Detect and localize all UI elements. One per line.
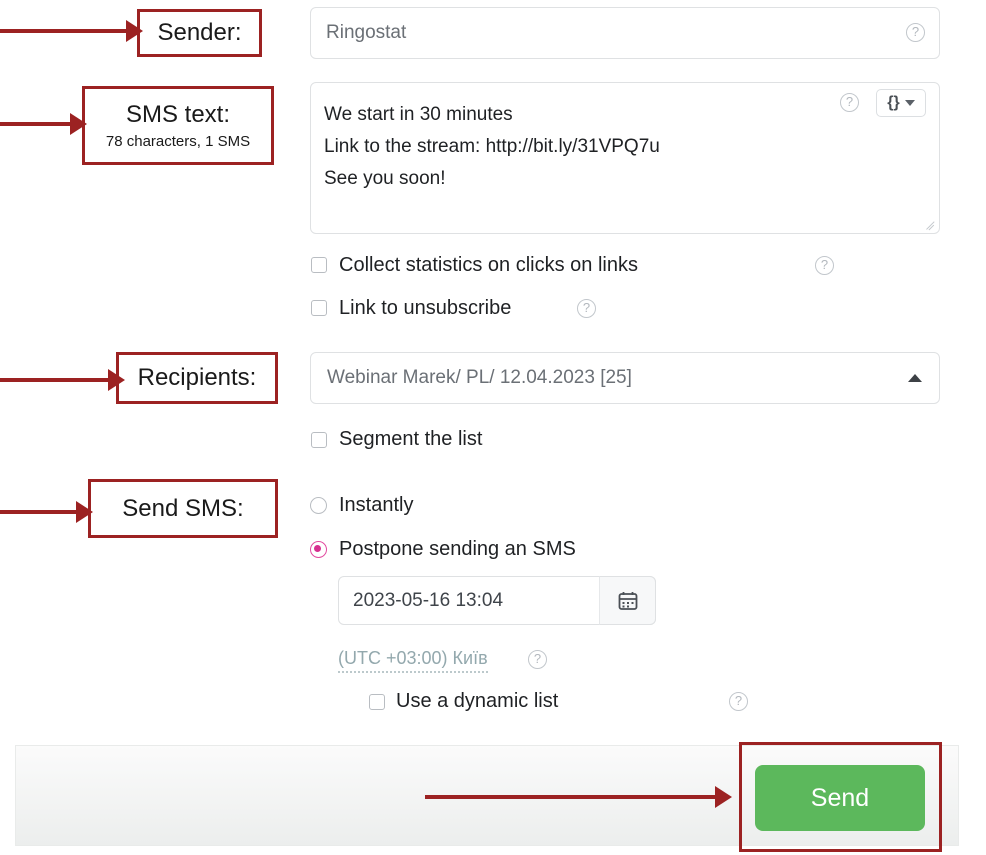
annotation-arrow-send-sms	[0, 510, 78, 514]
timezone-help-icon[interactable]: ?	[528, 650, 547, 669]
send-instantly-label: Instantly	[339, 494, 414, 516]
dynamic-list-help-icon[interactable]: ?	[729, 692, 748, 711]
calendar-picker-button[interactable]	[599, 576, 656, 625]
sender-input-value: Ringostat	[326, 22, 407, 43]
textarea-resize-grip[interactable]	[924, 216, 938, 231]
calendar-icon	[618, 591, 637, 610]
annotation-label-recipients: Recipients:	[137, 364, 257, 391]
template-variables-label: {}	[887, 94, 900, 111]
template-variables-button[interactable]: {}	[876, 89, 926, 117]
sms-campaign-form-screenshot: Ringostat ? We start in 30 minutes Link …	[0, 0, 986, 855]
send-instantly-radio[interactable]	[310, 497, 327, 514]
dynamic-list-label: Use a dynamic list	[396, 690, 559, 712]
annotation-arrow-send-button	[425, 795, 717, 799]
annotation-label-send-sms: Send SMS:	[122, 494, 244, 522]
link-unsubscribe-checkbox[interactable]	[311, 300, 327, 316]
recipients-select-value: Webinar Marek/ PL/ 12.04.2023 [25]	[327, 367, 632, 388]
annotation-arrow-sms-text	[0, 122, 72, 126]
annotation-label-sender: Sender:	[157, 19, 242, 46]
collect-statistics-help-icon[interactable]: ?	[815, 256, 834, 275]
annotation-box-recipients: Recipients:	[116, 352, 278, 404]
timezone-link[interactable]: (UTC +03:00) Київ	[338, 648, 488, 673]
sender-help-icon[interactable]: ?	[906, 23, 925, 42]
postpone-sending-radio[interactable]	[310, 541, 327, 558]
collect-statistics-checkbox[interactable]	[311, 257, 327, 273]
schedule-datetime-value: 2023-05-16 13:04	[353, 590, 504, 611]
annotation-label-sms-text: SMS text:	[125, 101, 231, 128]
segment-list-label: Segment the list	[339, 428, 483, 450]
annotation-box-sender: Sender:	[137, 9, 262, 57]
annotation-arrow-recipients	[0, 378, 110, 382]
annotation-arrow-sender	[0, 29, 128, 33]
link-unsubscribe-label: Link to unsubscribe	[339, 297, 512, 319]
sms-text-line-3: See you soon!	[324, 168, 446, 189]
annotation-box-send-button	[739, 742, 942, 852]
postpone-sending-label: Postpone sending an SMS	[339, 538, 576, 560]
annotation-box-send-sms: Send SMS:	[88, 479, 278, 538]
chevron-down-icon	[904, 100, 915, 106]
collect-statistics-label: Collect statistics on clicks on links	[339, 254, 638, 276]
dynamic-list-checkbox[interactable]	[369, 694, 385, 710]
sms-text-line-2: Link to the stream: http://bit.ly/31VPQ7…	[324, 136, 660, 157]
chevron-up-icon[interactable]	[908, 374, 922, 382]
link-unsubscribe-help-icon[interactable]: ?	[577, 299, 596, 318]
annotation-arrowhead-send-button	[715, 786, 732, 808]
sms-text-help-icon[interactable]: ?	[840, 93, 859, 112]
segment-list-checkbox[interactable]	[311, 432, 327, 448]
sms-text-line-1: We start in 30 minutes	[324, 104, 513, 125]
annotation-box-sms-text: SMS text: 78 characters, 1 SMS	[82, 86, 274, 165]
annotation-sublabel-sms-text: 78 characters, 1 SMS	[105, 133, 251, 150]
